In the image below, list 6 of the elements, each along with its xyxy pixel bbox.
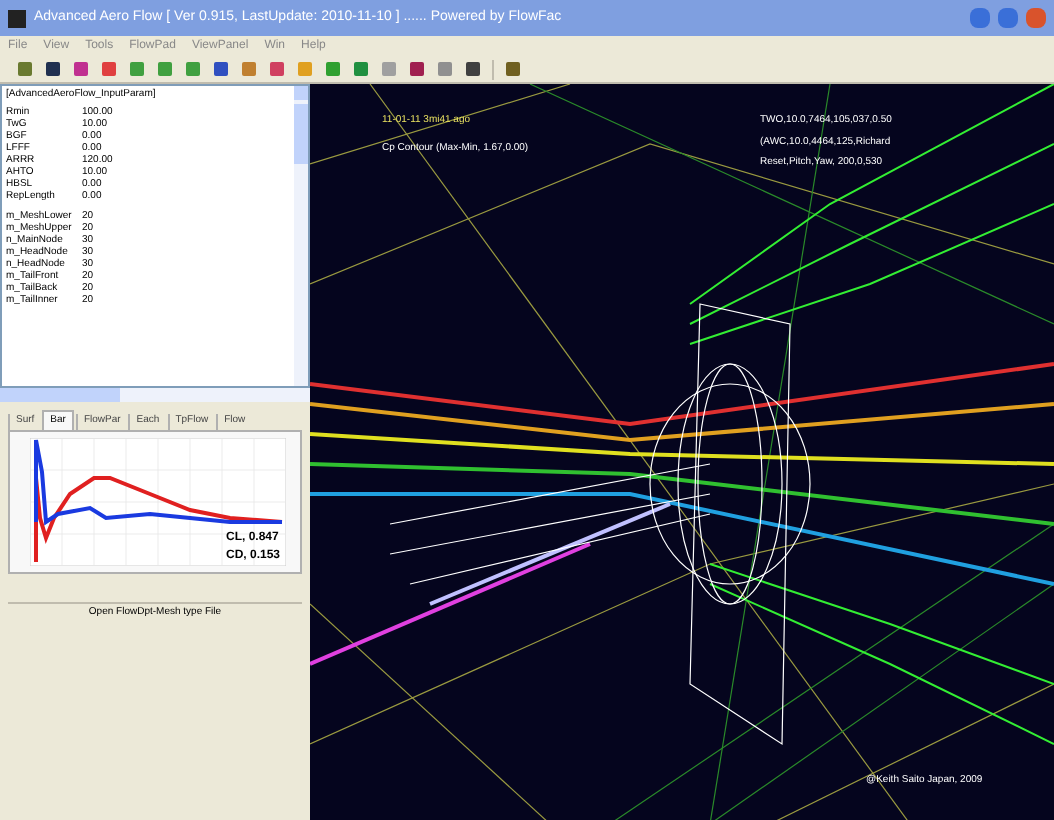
minimize-button[interactable]: [970, 8, 990, 28]
horizontal-scrollbar[interactable]: [0, 388, 310, 402]
close-button[interactable]: [1026, 8, 1046, 28]
vertical-scrollbar[interactable]: [294, 86, 308, 386]
app-icon: [8, 9, 26, 27]
maximize-button[interactable]: [998, 8, 1018, 28]
